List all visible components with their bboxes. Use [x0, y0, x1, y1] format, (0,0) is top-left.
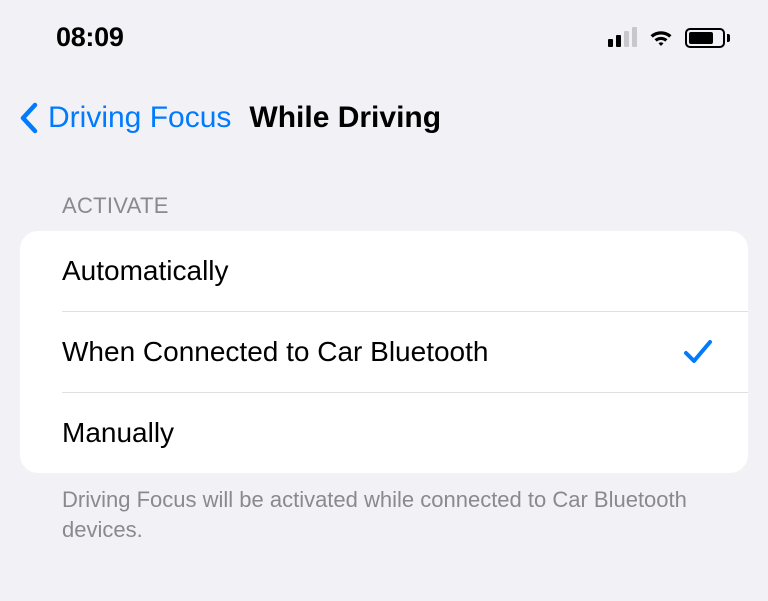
- battery-icon: [685, 28, 730, 48]
- section-footer-note: Driving Focus will be activated while co…: [0, 473, 768, 544]
- status-bar: 08:09: [0, 0, 768, 63]
- section-header-activate: ACTIVATE: [0, 155, 768, 229]
- page-title: While Driving: [249, 101, 441, 135]
- activate-option-list: Automatically When Connected to Car Blue…: [20, 231, 748, 473]
- wifi-icon: [647, 27, 675, 49]
- status-icons: [608, 27, 730, 49]
- checkmark-icon: [682, 338, 714, 366]
- option-car-bluetooth[interactable]: When Connected to Car Bluetooth: [20, 312, 748, 392]
- status-time: 08:09: [56, 22, 124, 53]
- cellular-signal-icon: [608, 29, 637, 47]
- navigation-bar: Driving Focus While Driving: [0, 63, 768, 155]
- back-button-label[interactable]: Driving Focus: [48, 101, 231, 135]
- option-manually[interactable]: Manually: [20, 393, 748, 473]
- option-automatically[interactable]: Automatically: [20, 231, 748, 311]
- back-chevron-icon[interactable]: [18, 102, 40, 134]
- option-label: Automatically: [62, 255, 229, 287]
- option-label: When Connected to Car Bluetooth: [62, 336, 488, 368]
- option-label: Manually: [62, 417, 174, 449]
